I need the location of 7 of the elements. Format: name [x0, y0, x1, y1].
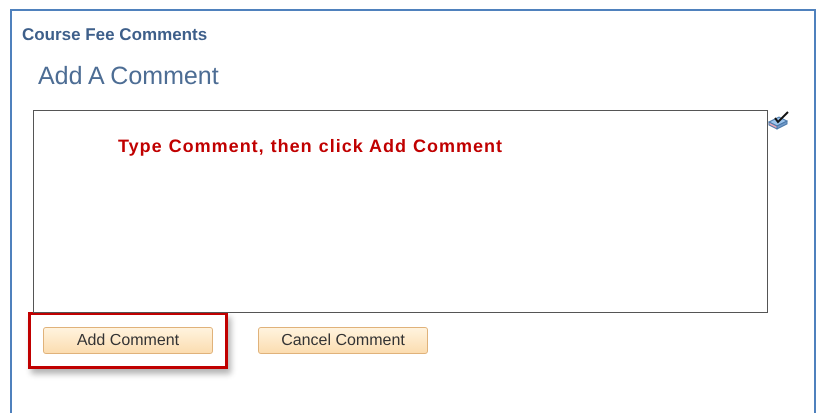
comment-button[interactable]: Add Comment [43, 327, 213, 354]
section-heading: Add A Comment [38, 62, 219, 90]
comment-button[interactable]: Cancel Comment [258, 327, 428, 354]
comment-field[interactable]: Type Comment, then click Add Comment [33, 110, 768, 313]
panel-title: Course Fee Comments [22, 25, 208, 45]
spellcheck-icon[interactable] [767, 111, 791, 131]
annotation-text: Type Comment, then click Add Comment [118, 135, 504, 158]
